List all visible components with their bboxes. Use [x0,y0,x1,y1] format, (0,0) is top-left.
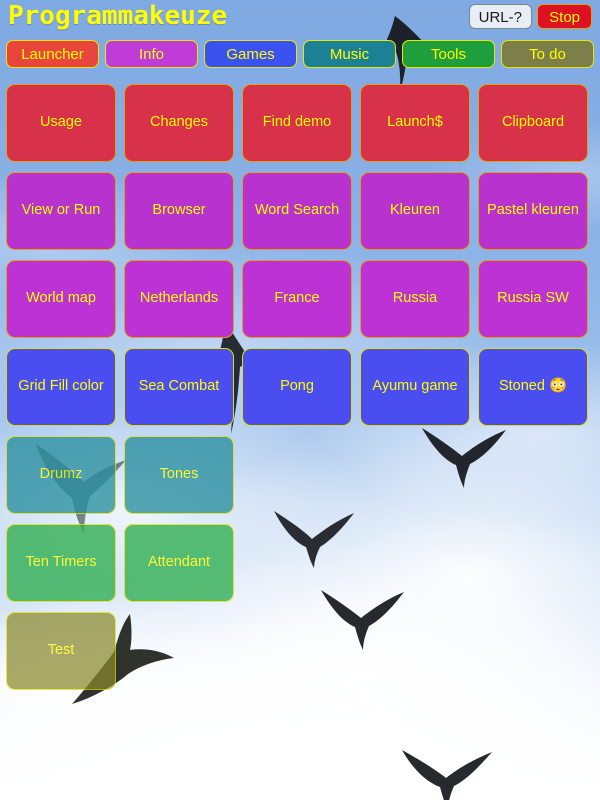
title-bar: Programmakeuze URL-? Stop [0,0,600,36]
program-button-tones[interactable]: Tones [124,436,234,514]
tab-info[interactable]: Info [105,40,198,68]
program-button-grid-fill-color[interactable]: Grid Fill color [6,348,116,426]
tab-bar: Launcher Info Games Music Tools To do [6,40,594,68]
tab-music[interactable]: Music [303,40,396,68]
program-button-word-search[interactable]: Word Search [242,172,352,250]
program-button-changes[interactable]: Changes [124,84,234,162]
grid-row: Usage Changes Find demo Launch$ Clipboard [6,84,594,162]
program-button-pastel-kleuren[interactable]: Pastel kleuren [478,172,588,250]
program-button-label: France [274,290,320,307]
program-button-label: Changes [149,114,209,131]
program-button-drumz[interactable]: Drumz [6,436,116,514]
program-button-test[interactable]: Test [6,612,116,690]
program-button-kleuren[interactable]: Kleuren [360,172,470,250]
program-button-label: Test [47,642,75,659]
program-button-ayumu-game[interactable]: Ayumu game [360,348,470,426]
program-button-find-demo[interactable]: Find demo [242,84,352,162]
program-button-launch[interactable]: Launch$ [360,84,470,162]
program-button-label: Attendant [147,554,211,571]
page-title: Programmakeuze [8,1,228,31]
program-button-clipboard[interactable]: Clipboard [478,84,588,162]
program-button-label: Pong [280,378,314,395]
program-button-label: Usage [40,114,82,131]
tab-label: To do [529,45,566,63]
application-window: Programmakeuze URL-? Stop Launcher Info Ga… [0,0,600,800]
program-button-browser[interactable]: Browser [124,172,234,250]
tab-label: Tools [430,45,467,63]
tab-launcher[interactable]: Launcher [6,40,99,68]
program-button-attendant[interactable]: Attendant [124,524,234,602]
tab-tools[interactable]: Tools [402,40,495,68]
grid-row: Ten Timers Attendant [6,524,594,602]
program-button-stoned[interactable]: Stoned 😳 [478,348,588,426]
url-button[interactable]: URL-? [468,4,532,29]
program-button-russia[interactable]: Russia [360,260,470,338]
program-button-ten-timers[interactable]: Ten Timers [6,524,116,602]
program-button-label: Pastel kleuren [487,202,579,219]
program-button-label: Drumz [39,466,83,483]
program-button-label: Sea Combat [138,378,220,395]
program-button-label: Launch$ [387,114,443,131]
program-button-label: Netherlands [139,290,219,307]
program-button-label: Stoned 😳 [498,378,568,395]
program-button-pong[interactable]: Pong [242,348,352,426]
program-button-label: Clipboard [501,114,565,131]
grid-row: Grid Fill color Sea Combat Pong Ayumu game S… [6,348,594,426]
program-button-label: Ten Timers [25,554,97,571]
program-button-label: World map [26,290,96,307]
program-button-label: Grid Fill color [18,378,104,395]
tab-to-do[interactable]: To do [501,40,594,68]
program-button-label: View or Run [21,202,101,219]
program-button-world-map[interactable]: World map [6,260,116,338]
program-button-label: Word Search [254,202,340,219]
program-button-label: Tones [159,466,199,483]
grid-row: Test [6,612,594,690]
program-button-france[interactable]: France [242,260,352,338]
tab-label: Launcher [21,45,84,63]
program-button-label: Ayumu game [372,378,458,395]
program-button-label: Kleuren [390,202,440,219]
program-button-sea-combat[interactable]: Sea Combat [124,348,234,426]
grid-row: Drumz Tones [6,436,594,514]
tab-games[interactable]: Games [204,40,297,68]
program-button-grid: Usage Changes Find demo Launch$ Clipboard Vie… [6,84,594,700]
program-button-usage[interactable]: Usage [6,84,116,162]
program-button-label: Browser [152,202,206,219]
stop-button[interactable]: Stop [537,4,592,29]
tab-label: Music [329,45,370,63]
tab-label: Info [138,45,165,63]
program-button-russia-sw[interactable]: Russia SW [478,260,588,338]
tab-label: Games [226,45,275,63]
program-button-netherlands[interactable]: Netherlands [124,260,234,338]
program-button-view-or-run[interactable]: View or Run [6,172,116,250]
program-button-label: Russia SW [497,290,569,307]
program-button-label: Find demo [262,114,332,131]
grid-row: World map Netherlands France Russia Russia S… [6,260,594,338]
grid-row: View or Run Browser Word Search Kleuren Past… [6,172,594,250]
program-button-label: Russia [392,290,438,307]
